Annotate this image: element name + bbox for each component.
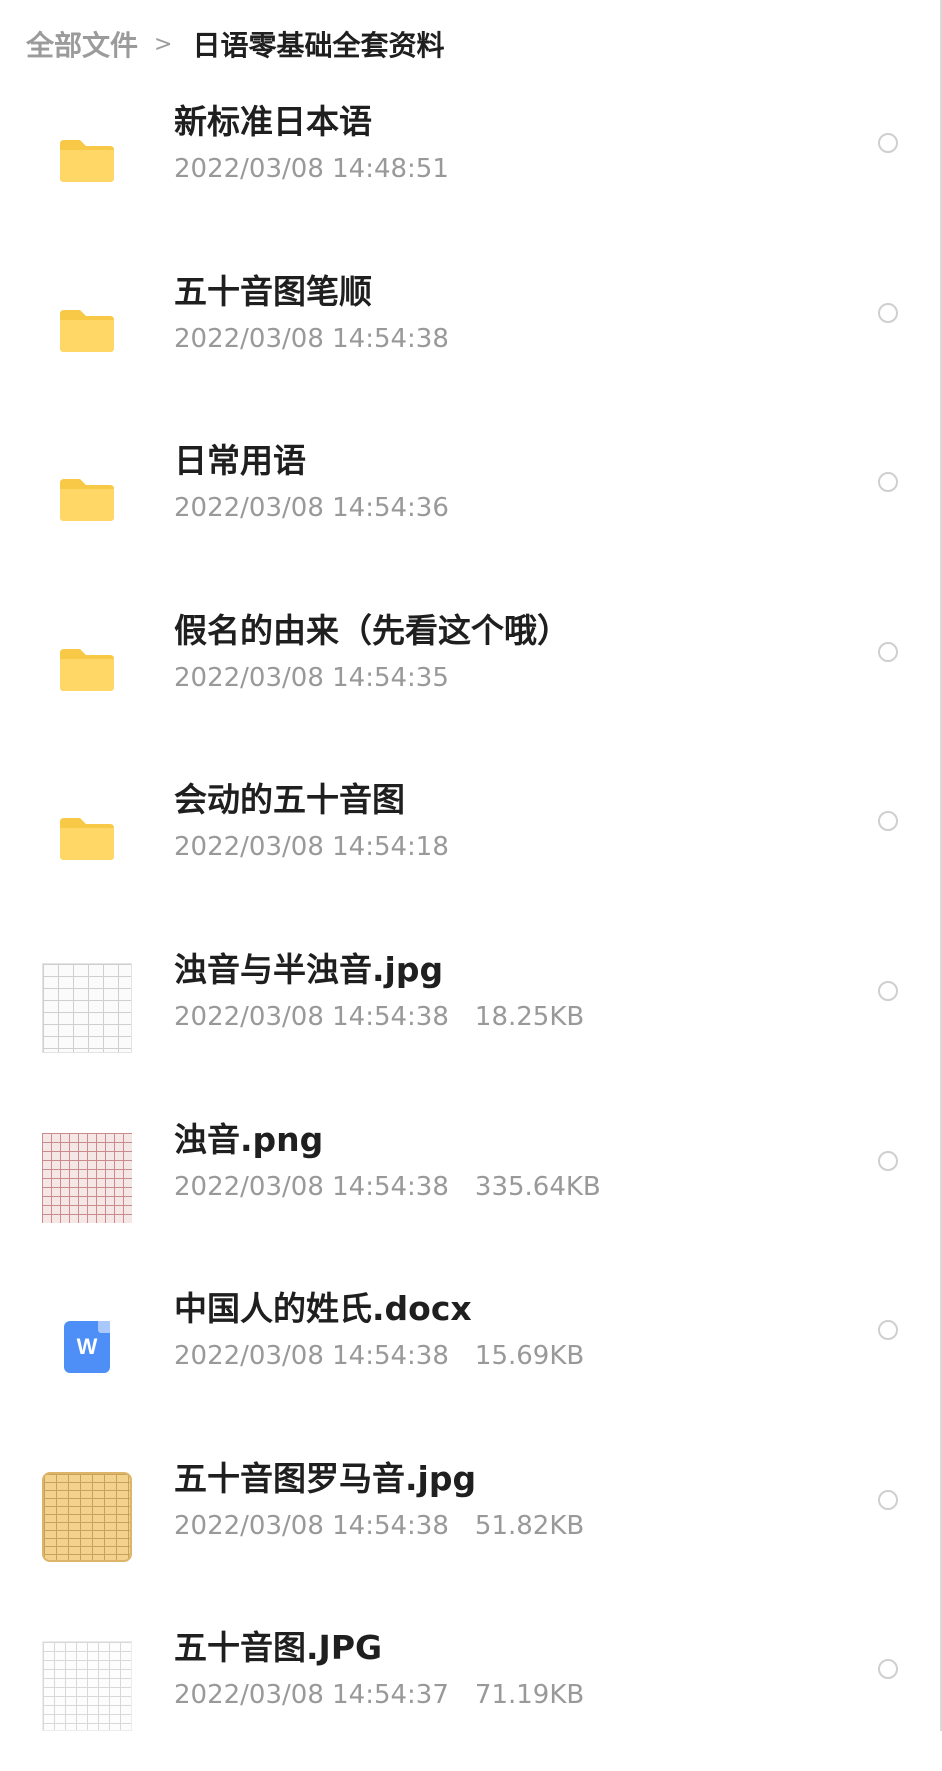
file-date: 2022/03/08 14:54:38 <box>174 1171 449 1202</box>
file-date: 2022/03/08 14:48:51 <box>174 154 449 184</box>
file-date: 2022/03/08 14:54:37 <box>174 1680 449 1711</box>
file-list: 新标准日本语 2022/03/08 14:48:51 五十音图笔顺 2022/0… <box>0 75 940 1771</box>
file-name: 浊音与半浊音.jpg <box>174 949 444 989</box>
file-meta: 2022/03/08 14:54:38 335.64KB <box>174 1172 601 1202</box>
file-meta: 2022/03/08 14:54:37 71.19KB <box>174 1680 584 1710</box>
word-doc-icon: W <box>40 1300 134 1394</box>
file-size: 51.82KB <box>474 1510 585 1541</box>
file-row[interactable]: 新标准日本语 2022/03/08 14:48:51 <box>0 75 940 245</box>
file-row[interactable]: 浊音与半浊音.jpg 2022/03/08 14:54:38 18.25KB <box>0 923 940 1093</box>
file-meta: 2022/03/08 14:54:38 <box>174 324 449 354</box>
breadcrumb-current: 日语零基础全套资料 <box>192 29 445 62</box>
folder-icon <box>40 452 134 546</box>
file-meta: 2022/03/08 14:54:38 15.69KB <box>174 1341 584 1371</box>
image-thumbnail <box>40 1639 134 1733</box>
file-name: 五十音图罗马音.jpg <box>174 1458 477 1498</box>
file-row[interactable]: 日常用语 2022/03/08 14:54:36 <box>0 414 940 584</box>
image-thumbnail <box>40 1470 134 1564</box>
file-size: 71.19KB <box>474 1680 585 1711</box>
file-name: 浊音.png <box>174 1119 324 1159</box>
file-meta: 2022/03/08 14:54:38 51.82KB <box>174 1511 584 1541</box>
file-size: 18.25KB <box>474 1001 585 1032</box>
file-row[interactable]: W 中国人的姓氏.docx 2022/03/08 14:54:38 15.69KB <box>0 1262 940 1432</box>
file-row[interactable]: 五十音图笔顺 2022/03/08 14:54:38 <box>0 245 940 415</box>
image-thumbnail <box>40 1131 134 1225</box>
file-date: 2022/03/08 14:54:38 <box>174 1510 449 1541</box>
file-date: 2022/03/08 14:54:18 <box>174 832 449 863</box>
select-radio[interactable] <box>878 1489 898 1510</box>
image-thumbnail <box>40 961 134 1055</box>
file-date: 2022/03/08 14:54:38 <box>174 323 449 354</box>
file-size: 335.64KB <box>474 1171 601 1202</box>
select-radio[interactable] <box>878 302 898 323</box>
folder-icon <box>40 791 134 885</box>
file-date: 2022/03/08 14:54:35 <box>174 662 449 693</box>
breadcrumb-root[interactable]: 全部文件 <box>26 24 138 64</box>
file-meta: 2022/03/08 14:54:18 <box>174 832 449 862</box>
select-radio[interactable] <box>878 472 898 493</box>
folder-icon <box>40 113 134 207</box>
file-name: 假名的由来（先看这个哦） <box>174 610 570 650</box>
file-date: 2022/03/08 14:54:36 <box>174 493 449 524</box>
select-radio[interactable] <box>878 811 898 832</box>
file-row[interactable]: 浊音.png 2022/03/08 14:54:38 335.64KB <box>0 1093 940 1263</box>
folder-icon <box>40 622 134 716</box>
file-date: 2022/03/08 14:54:38 <box>174 1001 449 1032</box>
file-meta: 2022/03/08 14:54:38 18.25KB <box>174 1002 584 1032</box>
folder-icon <box>40 283 134 377</box>
file-name: 五十音图笔顺 <box>174 271 372 311</box>
file-meta: 2022/03/08 14:54:35 <box>174 663 449 693</box>
file-name: 会动的五十音图 <box>174 780 405 820</box>
file-size: 15.69KB <box>474 1341 585 1372</box>
file-name: 新标准日本语 <box>174 102 372 141</box>
file-row[interactable]: 假名的由来（先看这个哦） 2022/03/08 14:54:35 <box>0 584 940 754</box>
file-row[interactable]: 五十音图罗马音.jpg 2022/03/08 14:54:38 51.82KB <box>0 1432 940 1602</box>
file-name: 五十音图.JPG <box>174 1628 383 1668</box>
select-radio[interactable] <box>878 980 898 1001</box>
file-row[interactable]: 五十音图.JPG 2022/03/08 14:54:37 71.19KB <box>0 1601 940 1771</box>
select-radio[interactable] <box>878 1320 898 1341</box>
breadcrumb: 全部文件 > 日语零基础全套资料 <box>26 24 444 64</box>
select-radio[interactable] <box>878 641 898 662</box>
file-meta: 2022/03/08 14:54:36 <box>174 493 449 523</box>
file-meta: 2022/03/08 14:48:51 <box>174 154 449 184</box>
select-radio[interactable] <box>878 133 898 153</box>
chevron-right-icon: > <box>154 31 173 57</box>
word-doc-letter: W <box>76 1334 98 1360</box>
file-date: 2022/03/08 14:54:38 <box>174 1341 449 1372</box>
file-row[interactable]: 会动的五十音图 2022/03/08 14:54:18 <box>0 753 940 923</box>
select-radio[interactable] <box>878 1659 898 1680</box>
select-radio[interactable] <box>878 1150 898 1171</box>
file-name: 中国人的姓氏.docx <box>174 1289 472 1329</box>
file-name: 日常用语 <box>174 441 306 481</box>
